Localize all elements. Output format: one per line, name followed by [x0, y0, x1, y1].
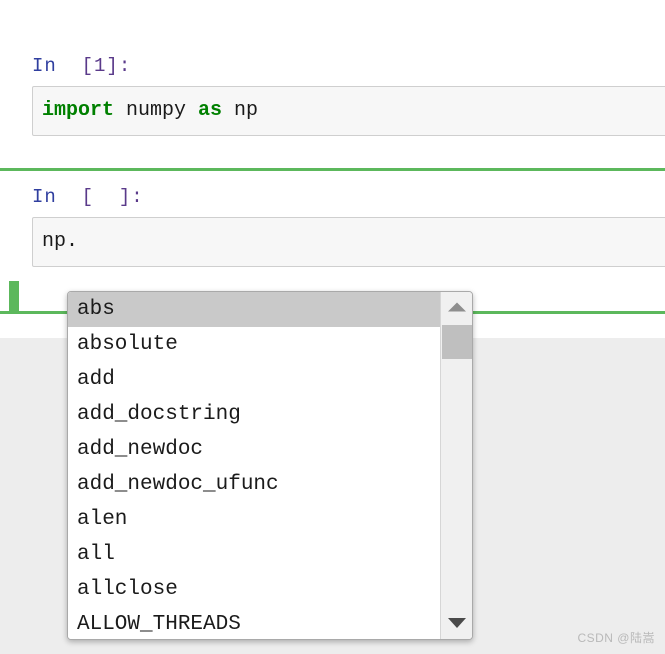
chevron-up-icon	[447, 302, 466, 312]
completion-item[interactable]: abs	[68, 292, 440, 327]
completion-item[interactable]: add_newdoc	[68, 432, 440, 467]
cell-2-inner: In [ ]: np.	[0, 171, 665, 281]
cell-2-prompt: In [ ]:	[24, 185, 665, 209]
scroll-up-arrow-icon[interactable]	[441, 292, 472, 322]
scroll-down-arrow-icon[interactable]	[441, 608, 472, 638]
cell-2-input-area[interactable]: np.	[32, 217, 665, 267]
completion-item[interactable]: alen	[68, 502, 440, 537]
token-keyword-import: import	[42, 99, 115, 122]
cell-1-prompt-index: [1]:	[81, 55, 132, 77]
token-module-numpy: numpy	[114, 99, 199, 122]
completion-item[interactable]: ALLOW_THREADS	[68, 607, 440, 639]
notebook-container: In [1]: import numpy as np In [ ]: np.	[0, 0, 665, 338]
cell-2-prompt-label: In	[32, 186, 57, 208]
token-alias-np: np	[222, 99, 259, 122]
completion-scrollbar[interactable]	[440, 292, 472, 639]
chevron-down-icon	[447, 618, 466, 628]
cell-1-source: import numpy as np	[42, 98, 665, 124]
completion-item[interactable]: add_newdoc_ufunc	[68, 467, 440, 502]
completion-dropdown[interactable]: abs absolute add add_docstring add_newdoc add…	[67, 291, 473, 640]
completion-item[interactable]: add_docstring	[68, 397, 440, 432]
cell-1-input-area[interactable]: import numpy as np	[32, 86, 665, 136]
completion-list[interactable]: abs absolute add add_docstring add_newdoc add…	[68, 292, 440, 639]
cell-2-source: np.	[42, 229, 665, 255]
completion-item[interactable]: add	[68, 362, 440, 397]
completion-item[interactable]: allclose	[68, 572, 440, 607]
completion-item[interactable]: absolute	[68, 327, 440, 362]
completion-item[interactable]: all	[68, 537, 440, 572]
watermark: CSDN @陆嵩	[577, 631, 655, 645]
notebook-cell-1[interactable]: In [1]: import numpy as np	[0, 40, 665, 165]
cell-1-prompt: In [1]:	[24, 54, 665, 78]
token-np-dot: np.	[42, 230, 79, 253]
scrollbar-thumb[interactable]	[442, 325, 472, 359]
cell-1-inner: In [1]: import numpy as np	[0, 40, 665, 150]
cell-1-prompt-label: In	[32, 55, 57, 77]
token-keyword-as: as	[198, 99, 223, 122]
cell-2-prompt-index: [ ]:	[81, 186, 144, 208]
